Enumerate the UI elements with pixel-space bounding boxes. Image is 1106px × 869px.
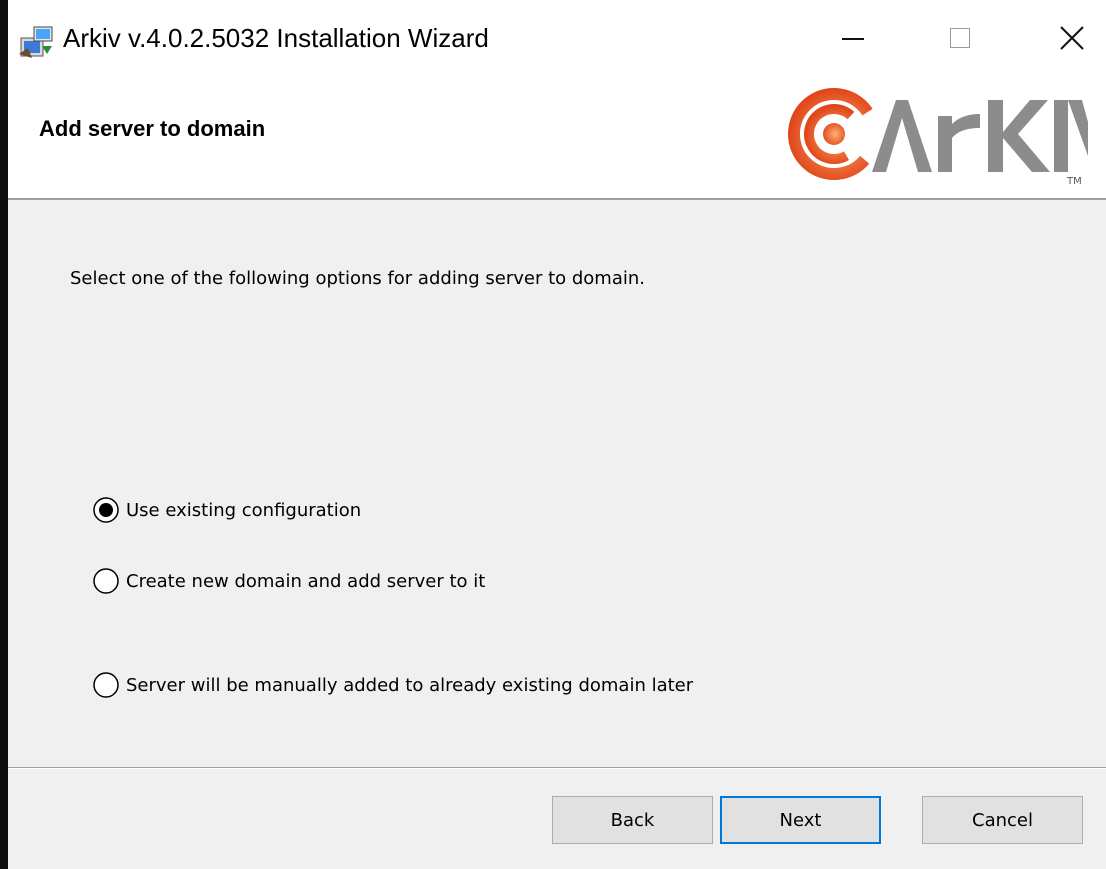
installer-icon: [18, 24, 56, 60]
arkiv-logo: TM: [784, 76, 1094, 188]
option-label[interactable]: Use existing configuration: [126, 500, 361, 521]
cancel-button[interactable]: Cancel: [922, 796, 1083, 844]
logo-tm: TM: [1066, 176, 1082, 187]
radio-unselected-icon[interactable]: [90, 565, 122, 597]
next-button[interactable]: Next: [720, 796, 881, 844]
radio-selected-icon[interactable]: [90, 494, 122, 526]
page-title: Add server to domain: [39, 116, 266, 141]
option-label[interactable]: Create new domain and add server to it: [126, 571, 485, 592]
radio-unselected-icon[interactable]: [90, 669, 122, 701]
back-button[interactable]: Back: [552, 796, 713, 844]
instruction-text: Select one of the following options for …: [70, 268, 645, 289]
footer-divider: [8, 767, 1106, 769]
option-create-new-domain[interactable]: Create new domain and add server to it: [90, 565, 485, 597]
window-title: Arkiv v.4.0.2.5032 Installation Wizard: [63, 23, 489, 53]
wizard-content: Select one of the following options for …: [8, 200, 1106, 766]
installer-window: Arkiv v.4.0.2.5032 Installation Wizard A…: [8, 0, 1106, 869]
option-use-existing-configuration[interactable]: Use existing configuration: [90, 494, 361, 526]
wizard-header: Add server to domain TM: [8, 66, 1106, 200]
option-add-manually-later[interactable]: Server will be manually added to already…: [90, 669, 693, 701]
option-label[interactable]: Server will be manually added to already…: [126, 675, 693, 696]
